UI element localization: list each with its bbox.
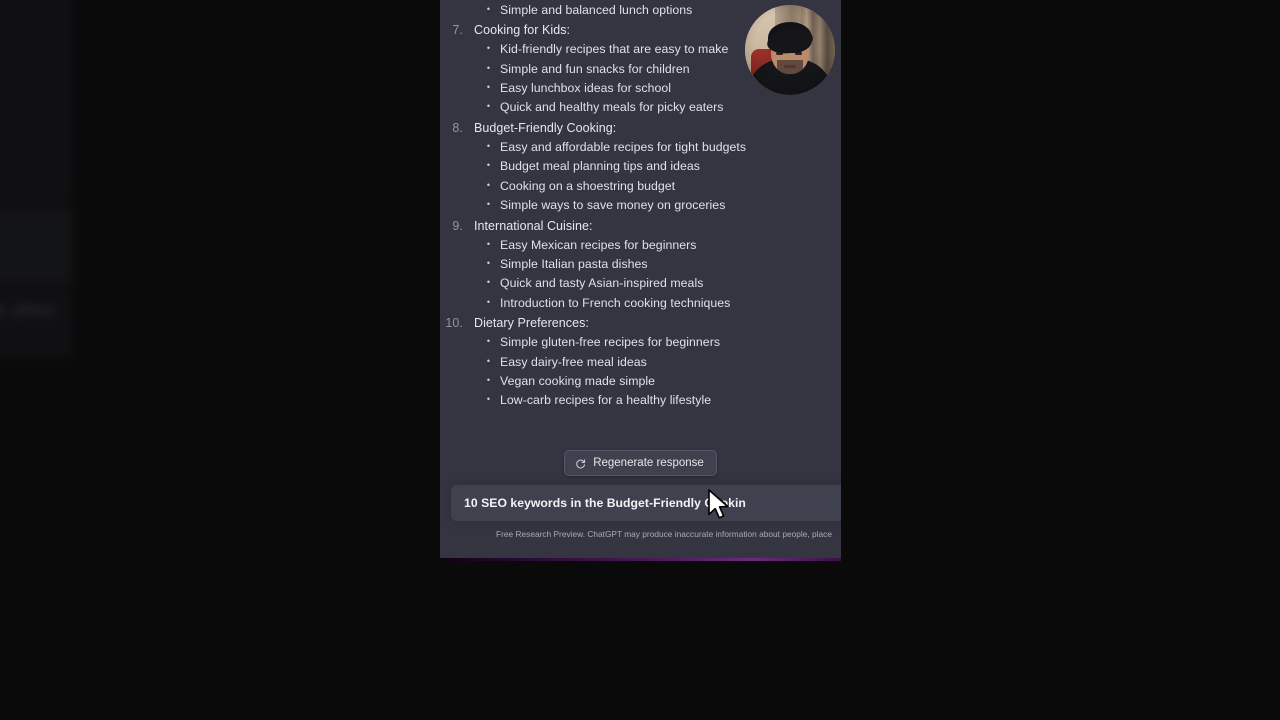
bg-section: 10. Dietary Preferences: •Simple gluten-… <box>0 0 45 64</box>
section-number: 7. <box>452 23 463 38</box>
list-item-label: Quick and healthy meals for picky eaters <box>500 100 724 115</box>
section-title: Budget-Friendly Cooking: <box>474 120 617 135</box>
section-title: Cooking for Kids: <box>474 23 571 38</box>
regenerate-row: Regenerate response <box>440 450 841 476</box>
bullet-glyph: • <box>486 257 490 268</box>
bullet-glyph: • <box>486 238 490 249</box>
section-international-cuisine: 9. International Cuisine: • Easy Mexican … <box>440 218 827 316</box>
list-item-label: Vegan cooking made simple <box>500 373 656 388</box>
list-item: • Cooking on a shoestring budget <box>440 176 827 195</box>
bullet-glyph: • <box>486 394 490 405</box>
message-input-value: 10 SEO keywords in the Budget-Friendly C… <box>464 496 746 510</box>
bg-numbered-list: 7. Cooking for Kids: •Kid-friendly recip… <box>0 0 45 64</box>
bullet-glyph: • <box>486 198 490 209</box>
list-item-label: Simple and balanced lunch options <box>500 2 693 17</box>
list-item-label: Easy and affordable recipes for tight bu… <box>500 139 747 154</box>
footer-disclaimer: Free Research Preview. ChatGPT may produ… <box>496 529 832 539</box>
composer-area: 10 SEO keywords in the Budget-Friendly C… <box>440 478 841 558</box>
bullet-glyph: • <box>486 296 490 307</box>
bullet-glyph: • <box>486 336 490 347</box>
section-title: International Cuisine: <box>474 218 593 233</box>
list-item-label: Kid-friendly recipes that are easy to ma… <box>500 42 729 57</box>
bullet-glyph: • <box>486 160 490 171</box>
list-item: • Quick and healthy meals for picky eater… <box>440 98 827 117</box>
list-item-label: Quick and tasty Asian-inspired meals <box>500 276 704 291</box>
section-heading: 8. Budget-Friendly Cooking: <box>440 120 827 138</box>
list-item-label: Easy Mexican recipes for beginners <box>500 237 697 252</box>
list-item: • Budget meal planning tips and ideas <box>440 157 827 176</box>
webcam-vignette <box>745 5 835 95</box>
section-bullet-list: • Easy Mexican recipes for beginners • Sim… <box>440 235 827 315</box>
list-item: • Quick and tasty Asian-inspired meals <box>440 274 827 293</box>
list-item-label: Simple and fun snacks for children <box>500 61 690 76</box>
bullet-glyph: • <box>486 43 490 54</box>
list-item: • Simple ways to save money on groceries <box>440 195 827 214</box>
bullet-glyph: • <box>486 374 490 385</box>
list-item: • Simple gluten-free recipes for beginner… <box>440 333 827 352</box>
list-item-label: Easy dairy-free meal ideas <box>500 354 647 369</box>
list-item-label: Simple ways to save money on groceries <box>500 197 726 212</box>
section-heading: 9. International Cuisine: <box>440 218 827 236</box>
bullet-glyph: • <box>486 62 490 73</box>
section-number: 8. <box>452 120 463 135</box>
bullet-glyph: • <box>486 277 490 288</box>
bullet-glyph: • <box>486 140 490 151</box>
bullet-glyph: • <box>486 81 490 92</box>
section-dietary-preferences: 10. Dietary Preferences: • Simple gluten-… <box>440 315 827 413</box>
list-item: • Easy Mexican recipes for beginners <box>440 235 827 254</box>
list-item-label: Cooking on a shoestring budget <box>500 178 676 193</box>
regenerate-response-label: Regenerate response <box>593 457 704 469</box>
panel-accent-underline <box>440 558 841 561</box>
list-item: • Simple Italian pasta dishes <box>440 254 827 273</box>
section-number: 10. <box>445 316 463 331</box>
screen-root: • Simple and balanced lunch options 7. C… <box>0 0 1280 720</box>
bullet-glyph: • <box>486 101 490 112</box>
section-bullet-list: • Easy and affordable recipes for tight b… <box>440 137 827 217</box>
bullet-glyph: • <box>486 179 490 190</box>
list-item: • Easy dairy-free meal ideas <box>440 352 827 371</box>
refresh-icon <box>575 458 586 469</box>
section-title: Dietary Preferences: <box>474 316 589 331</box>
list-item: • Easy and affordable recipes for tight b… <box>440 137 827 156</box>
bullet-glyph: • <box>486 3 490 14</box>
section-heading: 10. Dietary Preferences: <box>440 315 827 333</box>
section-bullet-list: • Simple gluten-free recipes for beginner… <box>440 333 827 413</box>
section-number: 9. <box>452 218 463 233</box>
list-item: • Vegan cooking made simple <box>440 371 827 390</box>
message-input[interactable]: 10 SEO keywords in the Budget-Friendly C… <box>451 485 841 521</box>
list-item-label: Simple gluten-free recipes for beginners <box>500 335 721 350</box>
list-item-label: Simple Italian pasta dishes <box>500 256 648 271</box>
webcam-overlay <box>745 5 835 95</box>
regenerate-response-button[interactable]: Regenerate response <box>564 450 717 476</box>
list-item-label: Easy lunchbox ideas for school <box>500 80 672 95</box>
bg-footer-disclaimer: Free Research Preview. ChatGPT may produ… <box>0 298 55 319</box>
section-budget-friendly-cooking: 8. Budget-Friendly Cooking: • Easy and af… <box>440 120 827 218</box>
list-item-label: Budget meal planning tips and ideas <box>500 159 701 174</box>
list-item: • Low-carb recipes for a healthy lifestyl… <box>440 391 827 410</box>
list-item-label: Introduction to French cooking technique… <box>500 295 731 310</box>
list-item-label: Low-carb recipes for a healthy lifestyle <box>500 393 712 408</box>
list-item: • Introduction to French cooking techniqu… <box>440 293 827 312</box>
bullet-glyph: • <box>486 355 490 366</box>
